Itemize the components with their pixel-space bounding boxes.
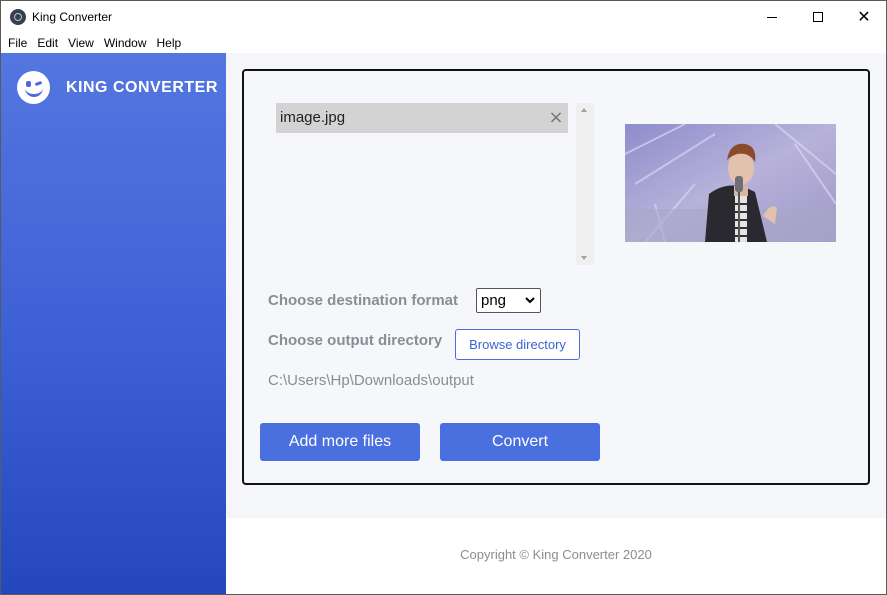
file-list[interactable]: image.jpg × [276,103,594,265]
output-path: C:\Users\Hp\Downloads\output [268,372,474,389]
brand-name: KING CONVERTER [66,79,218,96]
maximize-button[interactable] [795,1,841,33]
window-title: King Converter [32,10,113,24]
menu-bar: File Edit View Window Help [1,33,886,53]
browse-directory-button[interactable]: Browse directory [455,329,580,360]
sidebar: KING CONVERTER [1,53,226,594]
close-button[interactable]: ✕ [841,1,887,33]
copyright-text: Copyright © King Converter 2020 [460,547,652,562]
format-select[interactable]: png [476,288,541,313]
file-list-item[interactable]: image.jpg × [276,103,568,133]
format-selected-value: png [481,292,507,309]
minimize-icon [767,16,777,18]
convert-button[interactable]: Convert [440,423,600,461]
scroll-down-arrow-icon[interactable] [581,256,587,260]
preview-photo [625,124,836,242]
menu-file[interactable]: File [4,36,31,50]
winking-smiley-icon [17,71,50,104]
menu-edit[interactable]: Edit [33,36,62,50]
main-area: image.jpg × Choose destination format pn… [226,53,886,518]
remove-file-icon[interactable]: × [548,109,564,127]
footer: Copyright © King Converter 2020 [226,518,886,594]
app-icon [10,9,26,25]
image-preview [625,124,836,242]
add-more-files-button[interactable]: Add more files [260,423,420,461]
output-directory-label: Choose output directory [268,332,443,349]
menu-view[interactable]: View [64,36,98,50]
menu-window[interactable]: Window [100,36,151,50]
app-window: King Converter ✕ File Edit View Window H… [0,0,887,595]
minimize-button[interactable] [749,1,795,33]
chevron-down-icon [525,297,535,304]
scroll-up-arrow-icon[interactable] [581,108,587,112]
title-bar[interactable]: King Converter ✕ [1,1,886,33]
menu-help[interactable]: Help [153,36,186,50]
file-name: image.jpg [280,109,346,126]
file-list-scrollbar[interactable] [576,103,594,265]
close-icon: ✕ [857,7,871,26]
maximize-icon [813,12,823,22]
converter-panel: image.jpg × Choose destination format pn… [242,69,870,485]
format-label: Choose destination format [268,292,459,309]
